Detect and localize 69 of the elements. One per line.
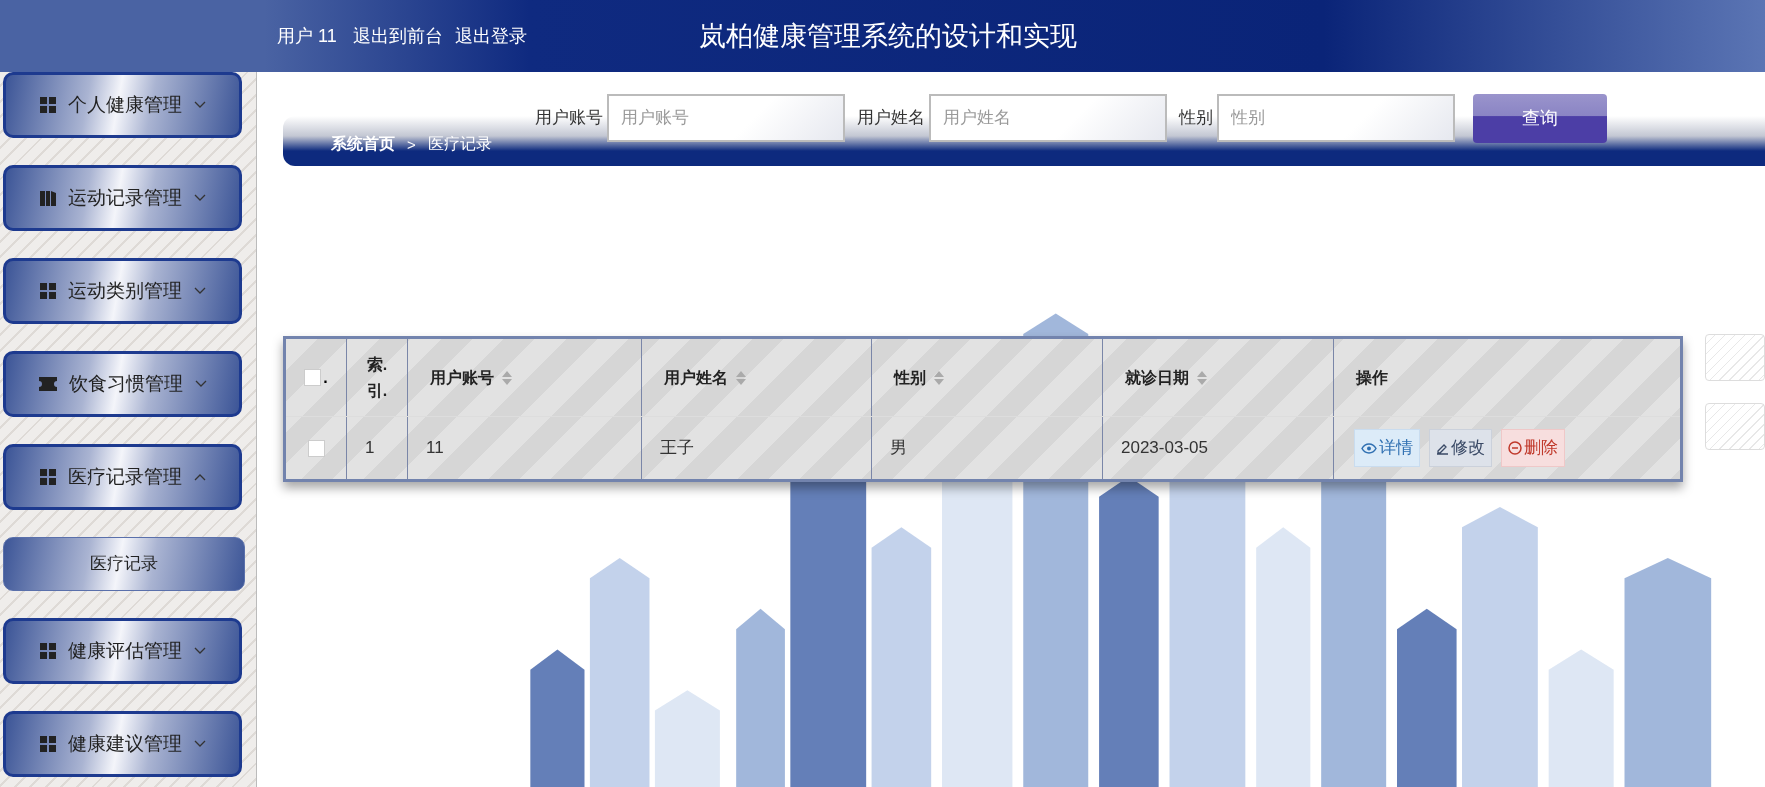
sidebar-item-label: 运动类别管理 [67, 278, 182, 303]
column-header: 索. 引. [365, 354, 389, 401]
breadcrumb-separator: > [407, 134, 416, 155]
breadcrumb-link[interactable]: 医疗记录 [427, 132, 492, 156]
sidebar-item[interactable]: 个人健康管理 [3, 72, 242, 138]
sidebar-item[interactable]: 饮食习惯管理 [3, 351, 242, 417]
checkbox[interactable] [307, 439, 325, 457]
search-label: 性别 [1179, 107, 1213, 130]
grid-icon [39, 97, 56, 113]
sidebar-item[interactable]: 健康建议管理 [3, 711, 242, 777]
eye-icon [1361, 442, 1377, 454]
user-label: 用户 11 [277, 24, 337, 48]
sidebar-item[interactable]: 健康评估管理 [3, 618, 242, 684]
header-mark: . [323, 367, 328, 388]
sidebar-item[interactable]: 运动记录管理 [3, 165, 242, 231]
header-link[interactable]: 退出登录 [454, 22, 527, 50]
book-icon [39, 190, 56, 206]
search-label: 用户账号 [535, 107, 603, 130]
column-header[interactable]: 就诊日期 [1125, 365, 1207, 390]
grid-icon [39, 283, 56, 299]
sidebar-item-label: 医疗记录管理 [67, 464, 182, 489]
minus-circle-icon [1508, 441, 1522, 455]
caret-down-icon [193, 287, 206, 295]
sidebar-item-label: 运动记录管理 [67, 185, 182, 210]
column-header[interactable]: 性别 [894, 365, 944, 390]
sort-icon [934, 370, 944, 385]
sort-icon [502, 370, 512, 385]
caret-down-icon [193, 647, 206, 655]
sidebar-item-label: 健康建议管理 [67, 731, 182, 756]
table-cell-text: 王子 [660, 437, 694, 460]
search-label: 用户姓名 [857, 107, 925, 130]
table-cell-text: 1 [365, 437, 375, 460]
table-cell-text: 11 [426, 437, 444, 460]
caret-up-icon [193, 473, 206, 481]
table-cell-text: 2023-03-05 [1121, 437, 1208, 460]
side-panel [1705, 403, 1765, 450]
edit-button[interactable]: 修改 [1429, 429, 1492, 467]
sidebar-item-label: 健康评估管理 [67, 638, 182, 663]
checkbox[interactable] [304, 369, 322, 386]
grid-icon [39, 643, 56, 659]
column-header[interactable]: 用户姓名 [664, 365, 746, 390]
caret-down-icon [193, 101, 206, 109]
sidebar-item[interactable]: 医疗记录管理 [3, 444, 242, 510]
sidebar-item[interactable]: 运动类别管理 [3, 258, 242, 324]
table-row[interactable]: 1 11 王子 男 2023-03-05 详情 修改 删除 [286, 417, 1680, 479]
search-field[interactable]: 性别 [1217, 94, 1455, 142]
caret-down-icon [193, 194, 206, 202]
grid-icon [39, 469, 56, 485]
delete-button[interactable]: 删除 [1501, 429, 1565, 467]
column-header[interactable]: 用户账号 [430, 365, 512, 390]
window-title: 岚柏健康管理系统的设计和实现 [698, 19, 1077, 53]
side-panel [1705, 334, 1765, 381]
sidebar-item-label: 饮食习惯管理 [68, 371, 183, 396]
details-button[interactable]: 详情 [1354, 429, 1420, 467]
submenu-item[interactable]: 医疗记录 [3, 537, 245, 591]
sort-icon [1197, 370, 1207, 385]
grid-icon [39, 736, 56, 752]
breadcrumb-link[interactable]: 系统首页 [331, 132, 395, 156]
header-link[interactable]: 退出到前台 [352, 22, 443, 50]
ticket-icon [38, 377, 57, 391]
caret-down-icon [194, 380, 207, 388]
column-header: 操作 [1356, 367, 1388, 388]
table-cell-text: 男 [890, 437, 907, 460]
search-field[interactable]: 用户姓名 [929, 94, 1167, 142]
search-button[interactable]: 查询 [1473, 93, 1607, 143]
sort-icon [736, 370, 746, 385]
search-field[interactable]: 用户账号 [607, 94, 845, 142]
caret-down-icon [193, 740, 206, 748]
sidebar-item-label: 个人健康管理 [67, 92, 182, 117]
